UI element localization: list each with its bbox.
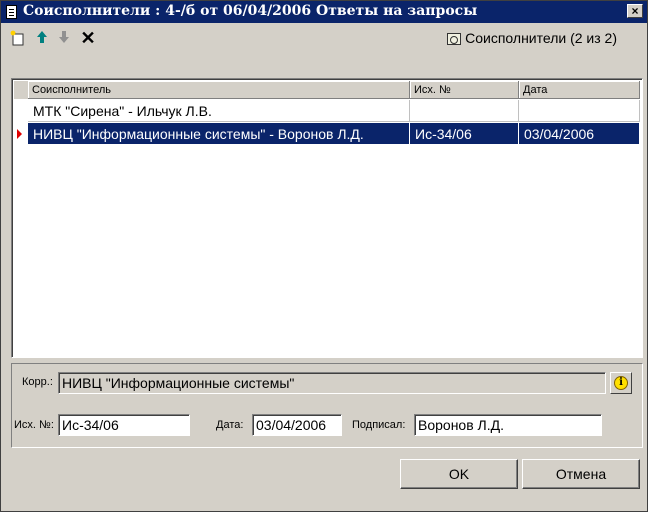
- signed-label: Подписал:: [352, 419, 406, 431]
- korr-label: Корр.:: [22, 376, 53, 388]
- cell-executor: МТК "Сирена" - Ильчук Л.В.: [28, 100, 410, 122]
- arrow-down-icon[interactable]: [55, 29, 73, 47]
- column-header-out-no[interactable]: Исх. №: [410, 81, 519, 99]
- cancel-button[interactable]: Отмена: [522, 459, 640, 489]
- column-header-date[interactable]: Дата: [519, 81, 640, 99]
- current-row-indicator: [14, 123, 28, 145]
- coexecutors-button[interactable]: Соисполнители (2 из 2): [447, 28, 617, 48]
- cell-date: [519, 100, 640, 122]
- coexecutors-label: Соисполнители (2 из 2): [465, 30, 617, 46]
- title-bar[interactable]: Соисполнители : 4-/б от 06/04/2006 Ответ…: [1, 1, 647, 23]
- arrow-up-icon[interactable]: [33, 29, 51, 47]
- column-header-executor[interactable]: Соисполнитель: [28, 81, 410, 99]
- cell-date: 03/04/2006: [519, 123, 640, 145]
- delete-icon[interactable]: ✕: [79, 29, 97, 47]
- details-panel: Корр.: НИВЦ "Информационные системы" i И…: [11, 363, 643, 448]
- close-button[interactable]: ×: [627, 4, 643, 18]
- table-row[interactable]: МТК "Сирена" - Ильчук Л.В.: [14, 100, 640, 122]
- cell-out-no: Ис-34/06: [410, 123, 519, 145]
- toolbar: ✕ Соисполнители (2 из 2): [1, 23, 647, 53]
- cell-out-no: [410, 100, 519, 122]
- window-title: Соисполнители : 4-/б от 06/04/2006 Ответ…: [23, 3, 478, 19]
- out-no-label: Исх. №:: [14, 419, 54, 431]
- row-indicator: [14, 100, 28, 122]
- new-record-icon[interactable]: [9, 29, 27, 47]
- row-pointer-icon: [17, 129, 22, 139]
- out-no-field[interactable]: Ис-34/06: [58, 414, 190, 436]
- signed-field[interactable]: Воронов Л.Д.: [414, 414, 602, 436]
- info-icon: i: [614, 376, 628, 390]
- document-icon: [6, 5, 17, 19]
- coexecutors-grid[interactable]: Соисполнитель Исх. № Дата МТК "Сирена" -…: [11, 78, 643, 358]
- date-field[interactable]: 03/04/2006: [252, 414, 342, 436]
- info-button[interactable]: i: [610, 372, 632, 394]
- date-label: Дата:: [216, 419, 244, 431]
- ok-button[interactable]: OK: [400, 459, 518, 489]
- coexecutors-icon: [447, 33, 462, 45]
- table-row-selected[interactable]: НИВЦ "Информационные системы" - Воронов …: [14, 123, 640, 145]
- korr-field[interactable]: НИВЦ "Информационные системы": [58, 372, 606, 394]
- cell-executor: НИВЦ "Информационные системы" - Воронов …: [28, 123, 410, 145]
- grid-header: Соисполнитель Исх. № Дата: [14, 81, 640, 99]
- dialog-window: Соисполнители : 4-/б от 06/04/2006 Ответ…: [0, 0, 648, 512]
